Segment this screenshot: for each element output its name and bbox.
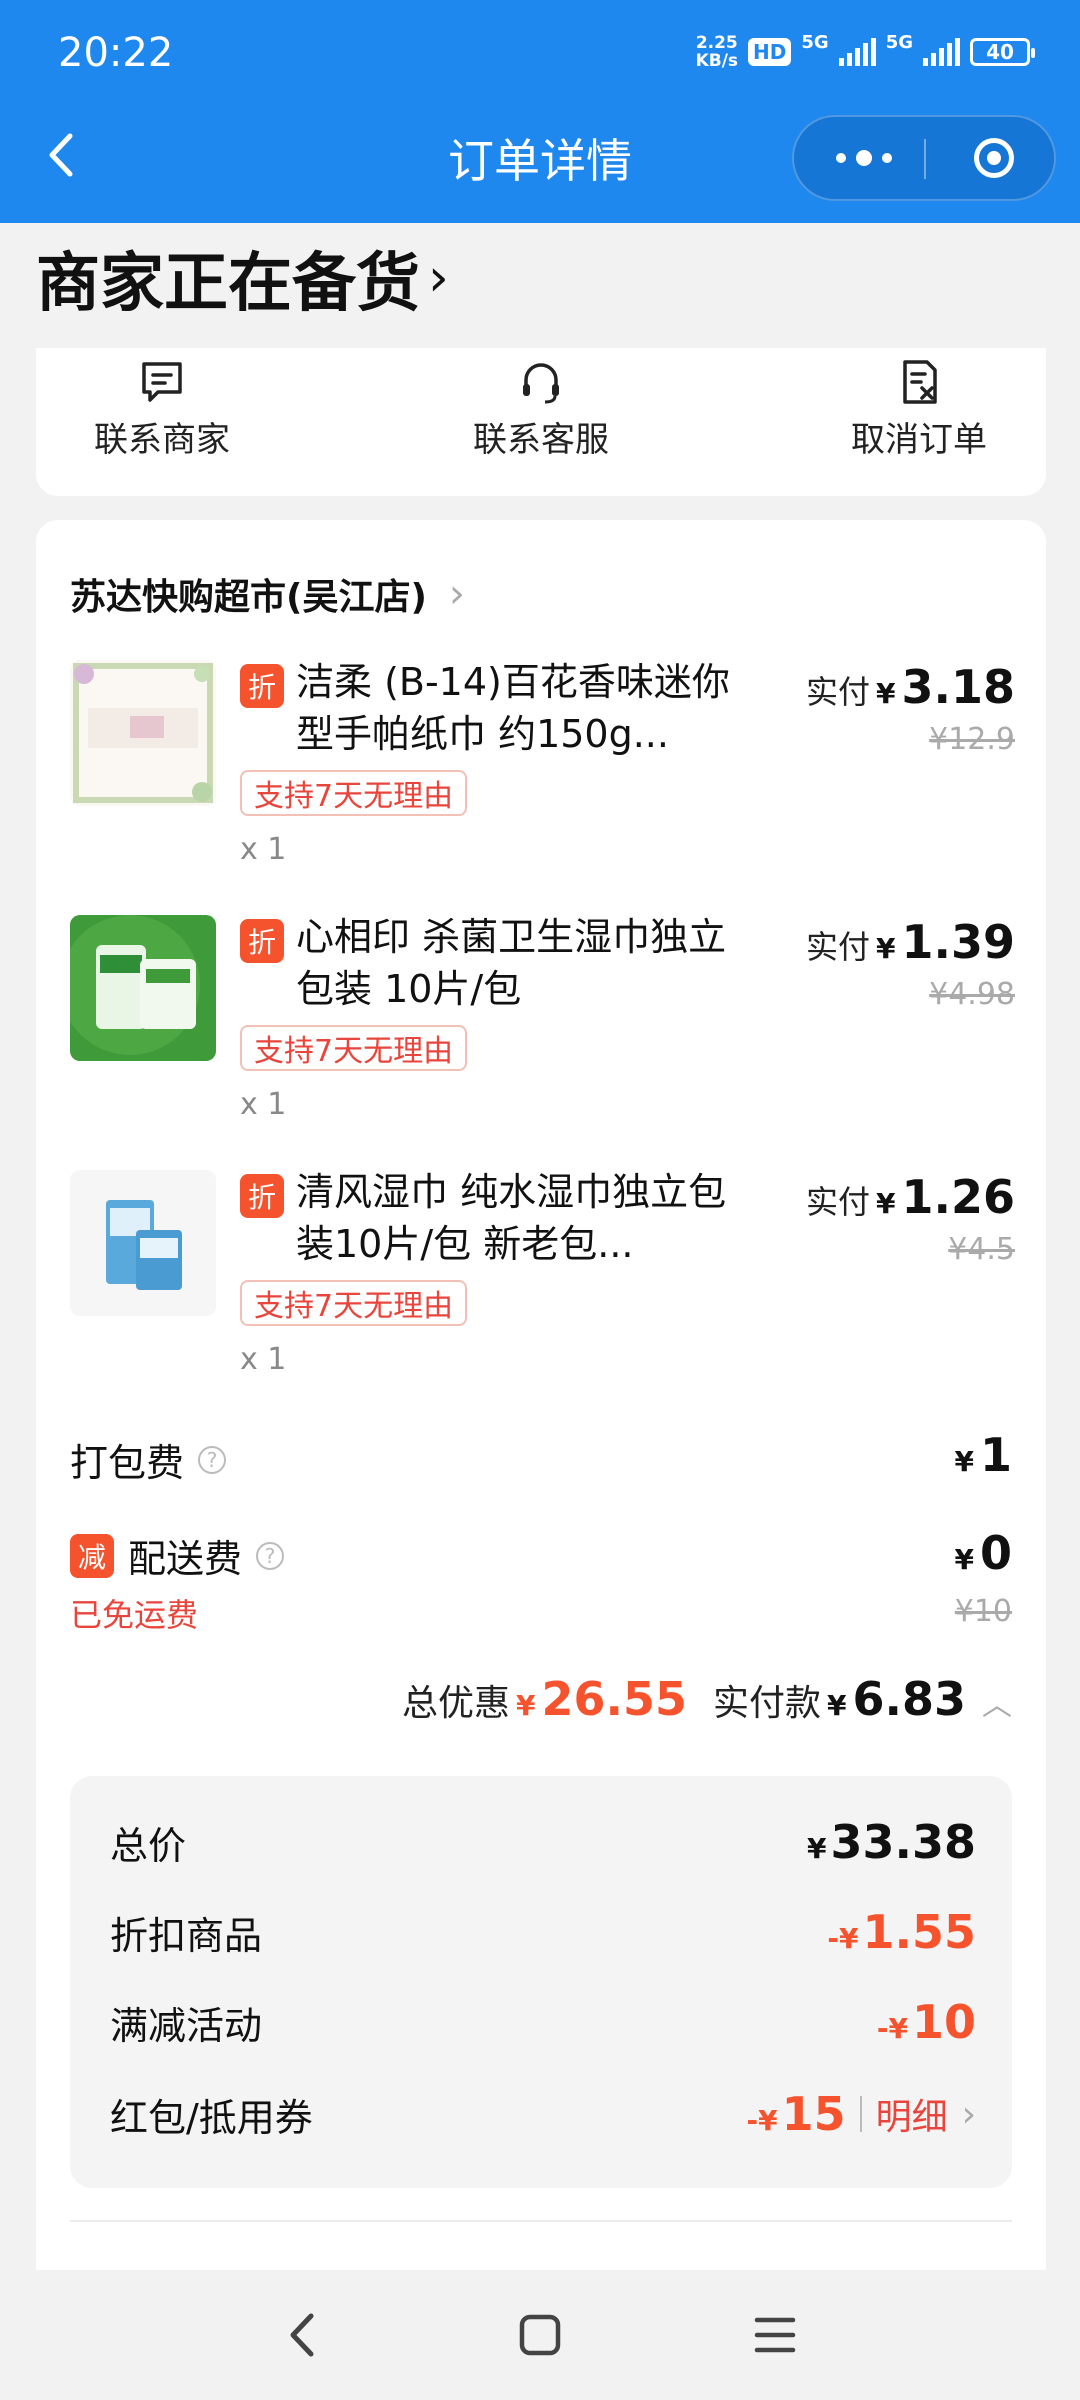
signal-icon [838, 38, 876, 66]
total-discount: 26.55 [541, 1672, 687, 1726]
product-image [70, 1170, 216, 1316]
more-button[interactable] [814, 117, 914, 199]
target-icon [974, 138, 1014, 178]
product-name: 洁柔 (B-14)百花香味迷你型手帕纸巾 约150g... [296, 660, 730, 756]
chevron-right-icon: › [961, 2093, 976, 2135]
divider [70, 2220, 1012, 2222]
network-5g-label: 5G [885, 32, 913, 53]
delivery-fee-value: ¥ 0 [954, 1526, 1013, 1580]
quantity: x 1 [240, 1087, 287, 1122]
close-mini-program-button[interactable] [954, 117, 1034, 199]
chat-icon [142, 362, 182, 402]
system-menu-button[interactable] [740, 2300, 810, 2370]
packing-fee-label: 打包费 ? [70, 1432, 227, 1487]
payment-summary-toggle[interactable]: 总优惠 ¥ 26.55 实付款 ¥ 6.83 ︿ [402, 1672, 1012, 1726]
headset-icon [523, 363, 559, 404]
status-icons: 2.25 KB/s HD 5G 5G 40 [695, 30, 1035, 74]
shop-name: 苏达快购超市(吴江店) [70, 577, 427, 618]
paid-price: 实付 ¥ 1.39 [806, 915, 1015, 969]
shop-link[interactable]: 苏达快购超市(吴江店) › [70, 568, 465, 620]
order-actions-card: 联系商家 联系客服 取消订单 [36, 348, 1046, 496]
chevron-right-icon: › [428, 248, 449, 308]
delivery-original-fee: ¥10 [954, 1594, 1012, 1629]
home-square-icon [519, 2314, 561, 2356]
reduction-badge: 减 [70, 1533, 114, 1578]
paid-price: 实付 ¥ 3.18 [806, 660, 1015, 714]
breakdown-row-discount-items: 折扣商品 -¥ 1.55 [110, 1905, 976, 1959]
original-price: ¥12.9 [929, 722, 1015, 757]
signal-icon [923, 38, 960, 66]
coupon-detail-link[interactable]: 明细 › [859, 2088, 976, 2140]
help-icon[interactable]: ? [256, 1541, 285, 1570]
menu-icon [754, 2317, 796, 2353]
packing-fee-value: ¥ 1 [954, 1428, 1013, 1482]
breakdown-row-promotion: 满减活动 -¥ 10 [110, 1995, 976, 2049]
chevron-up-icon: ︿ [982, 1688, 1012, 1723]
hd-icon: HD [748, 38, 792, 66]
chevron-right-icon: › [448, 571, 465, 617]
cancel-order-button[interactable]: 取消订单 [799, 358, 1039, 461]
status-time: 20:22 [58, 30, 174, 76]
mini-program-capsule [792, 115, 1056, 201]
quantity: x 1 [240, 1342, 287, 1377]
return-policy-tag: 支持7天无理由 [240, 1280, 468, 1326]
product-image [70, 915, 216, 1061]
contact-support-button[interactable]: 联系客服 [421, 358, 661, 461]
battery-icon: 40 [970, 38, 1035, 66]
help-icon[interactable]: ? [198, 1445, 227, 1474]
discount-badge: 折 [240, 664, 284, 708]
original-price: ¥4.98 [929, 977, 1015, 1012]
contact-merchant-button[interactable]: 联系商家 [42, 358, 282, 461]
order-status-text: 商家正在备货 [36, 247, 420, 321]
order-detail-card: 苏达快购超市(吴江店) › 折 洁柔 (B-14)百花香味迷你型手帕纸巾 约15… [36, 520, 1046, 2400]
order-item[interactable]: 折 清风湿巾 纯水湿巾独立包装10片/包 新老包... 支持7天无理由 x 1 … [70, 1170, 1015, 1400]
cancel-doc-icon [903, 360, 937, 404]
original-price: ¥4.5 [948, 1232, 1015, 1267]
network-speed: 2.25 KB/s [695, 33, 739, 71]
top-bar: 20:22 2.25 KB/s HD 5G 5G 40 订单详情 [0, 0, 1080, 223]
battery-level: 40 [986, 40, 1014, 64]
order-status-link[interactable]: 商家正在备货 › [36, 232, 449, 324]
order-item[interactable]: 折 心相印 杀菌卫生湿巾独立包装 10片/包 支持7天无理由 x 1 实付 ¥ … [70, 915, 1015, 1145]
system-home-button[interactable] [505, 2300, 575, 2370]
order-item[interactable]: 折 洁柔 (B-14)百花香味迷你型手帕纸巾 约150g... 支持7天无理由 … [70, 660, 1015, 890]
return-policy-tag: 支持7天无理由 [240, 1025, 468, 1071]
paid-price: 实付 ¥ 1.26 [806, 1170, 1015, 1224]
more-icon [836, 153, 846, 163]
product-image [70, 660, 216, 806]
system-back-button[interactable] [268, 2300, 338, 2370]
return-policy-tag: 支持7天无理由 [240, 770, 468, 816]
amount-paid: 6.83 [852, 1672, 967, 1726]
delivery-fee-label: 减 配送费 ? [70, 1528, 285, 1583]
free-shipping-note: 已免运费 [70, 1596, 199, 1634]
product-name: 清风湿巾 纯水湿巾独立包装10片/包 新老包... [296, 1170, 727, 1266]
back-icon [290, 2313, 314, 2357]
quantity: x 1 [240, 832, 287, 867]
discount-badge: 折 [240, 1174, 284, 1218]
system-nav-bar [0, 2270, 1080, 2400]
product-name: 心相印 杀菌卫生湿巾独立包装 10片/包 [296, 915, 727, 1011]
network-5g-label: 5G [801, 32, 829, 53]
capsule-divider [924, 139, 926, 179]
price-breakdown: 总价 ¥33.38 折扣商品 -¥ 1.55 满减活动 -¥ 10 红包/抵用券 -… [70, 1776, 1012, 2188]
breakdown-row-total: 总价 ¥33.38 [110, 1815, 976, 1869]
breakdown-row-coupons: 红包/抵用券 -¥ 15 明细 › [110, 2087, 976, 2141]
discount-badge: 折 [240, 919, 284, 963]
